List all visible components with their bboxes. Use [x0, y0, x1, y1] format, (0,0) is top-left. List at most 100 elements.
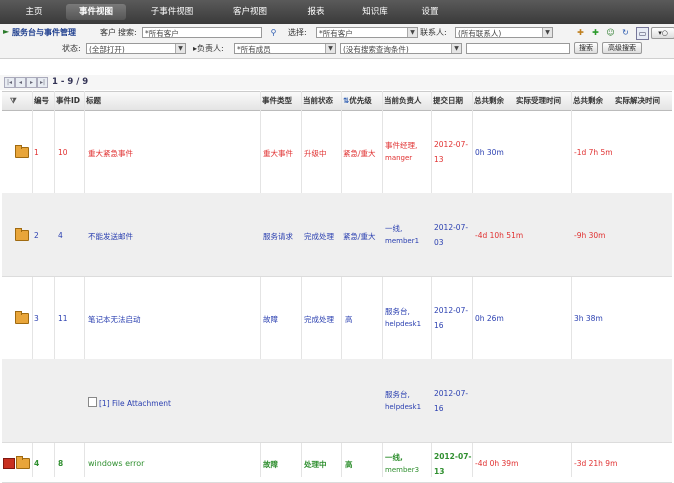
folder-open-icon[interactable] — [15, 145, 29, 158]
incident-id[interactable]: 11 — [58, 314, 68, 323]
owner-group: 事件经理, — [385, 141, 418, 150]
folder-open-icon[interactable] — [16, 456, 30, 469]
owner-group: 一线, — [385, 453, 403, 462]
tab-incident-view[interactable]: 事件视图 — [66, 4, 126, 20]
customer-search-input[interactable]: *所有客户 — [142, 27, 262, 38]
col-actual-accept[interactable]: 实际受理时间 — [516, 92, 561, 110]
owner-group: 服务台, — [385, 307, 410, 316]
customer-label: 客户 — [100, 28, 116, 37]
incident-type: 服务请求 — [263, 232, 293, 241]
first-page-icon[interactable]: |◂ — [4, 77, 15, 88]
remaining-resolve: -1d 7h 5m — [574, 148, 613, 157]
incident-status: 升级中 — [304, 149, 327, 158]
contact-label: 联系人: — [420, 28, 447, 37]
search-button[interactable]: 搜索 — [574, 42, 598, 54]
owner-user: member3 — [385, 466, 420, 474]
col-remaining-accept[interactable]: 总共剩余 — [474, 92, 504, 110]
next-page-icon[interactable]: ▸ — [26, 77, 37, 88]
attachment-row: [1] File Attachment 服务台, helpdesk1 2012-… — [2, 359, 672, 443]
attachment-link[interactable]: [1] File Attachment — [88, 397, 171, 408]
window-icon[interactable]: ▭ — [636, 27, 649, 40]
col-type[interactable]: 事件类型 — [262, 92, 292, 110]
tab-settings[interactable]: 设置 — [412, 4, 448, 20]
page-range: 1 - 9 / 9 — [52, 77, 89, 87]
incident-id[interactable]: 10 — [58, 148, 68, 157]
add-icon[interactable]: ✚ — [590, 27, 601, 38]
tab-reports[interactable]: 报表 — [298, 4, 334, 20]
filter-icon[interactable]: ⧩ — [10, 92, 17, 110]
tab-knowledge-base[interactable]: 知识库 — [352, 4, 398, 20]
col-incident-id[interactable]: 事件ID — [56, 92, 80, 110]
remaining-resolve: 3h 38m — [574, 314, 603, 323]
choose-label: 选择: — [288, 28, 307, 37]
incident-title[interactable]: 笔记本无法启动 — [88, 314, 141, 325]
owner-select[interactable]: *所有成员 ▼ — [234, 43, 336, 54]
incident-priority: 紧急/重大 — [343, 149, 376, 158]
incident-type: 故障 — [263, 315, 278, 324]
options-button[interactable]: ▾○ — [651, 27, 674, 39]
prev-page-icon[interactable]: ◂ — [15, 77, 26, 88]
folder-open-icon[interactable] — [15, 311, 29, 324]
chevron-down-icon: ▼ — [407, 28, 417, 37]
incident-status: 处理中 — [304, 460, 327, 469]
incident-title[interactable]: 重大紧急事件 — [88, 148, 133, 159]
search-label: 搜索: — [118, 28, 137, 37]
submit-date-day: 16 — [434, 321, 444, 330]
tab-subincident-view[interactable]: 子事件视图 — [140, 4, 204, 20]
submit-date-day: 13 — [434, 155, 444, 164]
saved-query-select[interactable]: (没有搜索查询条件) ▼ — [340, 43, 462, 54]
col-number[interactable]: 编号 — [34, 92, 49, 110]
submit-date: 2012-07- — [434, 389, 469, 398]
incident-priority: 高 — [345, 460, 353, 469]
chevron-down-icon: ▼ — [325, 44, 335, 53]
remaining-accept: 0h 30m — [475, 148, 504, 157]
owner-user: member1 — [385, 237, 420, 245]
status-select[interactable]: (全部打开) ▼ — [86, 43, 186, 54]
refresh-icon[interactable]: ↻ — [620, 27, 631, 38]
col-owner[interactable]: 当前负责人 — [384, 92, 422, 110]
incident-status: 完成处理 — [304, 315, 334, 324]
new-incident-icon[interactable]: ✚ — [575, 27, 586, 38]
incident-title[interactable]: 不能发送邮件 — [88, 231, 133, 242]
customer-select[interactable]: *所有客户 ▼ — [316, 27, 418, 38]
col-remaining-resolve[interactable]: 总共剩余 — [573, 92, 603, 110]
row-number: 3 — [34, 314, 39, 323]
keyword-input[interactable] — [466, 43, 570, 54]
tab-customer-view[interactable]: 客户视图 — [222, 4, 278, 20]
submit-date: 2012-07- — [434, 452, 472, 461]
search-icon[interactable]: ⚲ — [268, 27, 279, 38]
table-row[interactable]: 2 4 不能发送邮件 服务请求 完成处理 紧急/重大 一线, member1 2… — [2, 193, 672, 277]
tab-home[interactable]: 主页 — [16, 4, 52, 20]
file-icon — [88, 397, 97, 407]
col-actual-resolve[interactable]: 实际解决时间 — [615, 92, 660, 110]
alert-icon[interactable] — [3, 458, 15, 469]
remaining-resolve: -3d 21h 9m — [574, 459, 618, 468]
incident-title[interactable]: windows error — [88, 459, 144, 468]
col-title[interactable]: 标题 — [86, 92, 101, 110]
owner-group: 一线, — [385, 224, 403, 233]
owner-label: ▸负责人: — [193, 44, 224, 53]
remaining-resolve: -9h 30m — [574, 231, 606, 240]
remaining-accept: 0h 26m — [475, 314, 504, 323]
submit-date: 2012-07- — [434, 306, 469, 315]
contact-select[interactable]: (所有联系人) ▼ — [455, 27, 553, 38]
chevron-down-icon: ▼ — [175, 44, 185, 53]
incident-id[interactable]: 8 — [58, 459, 63, 468]
incident-status: 完成处理 — [304, 232, 334, 241]
last-page-icon[interactable]: ▸| — [37, 77, 48, 88]
owner-user: helpdesk1 — [385, 320, 422, 328]
incident-type: 重大事件 — [263, 149, 293, 158]
add-user-icon[interactable]: ☺ — [605, 27, 616, 38]
incident-priority: 高 — [345, 315, 353, 324]
table-row[interactable]: 3 11 笔记本无法启动 故障 完成处理 高 服务台, helpdesk1 20… — [2, 276, 672, 360]
col-status[interactable]: 当前状态 — [303, 92, 333, 110]
status-label: 状态: — [62, 44, 81, 53]
col-submit-date[interactable]: 提交日期 — [433, 92, 463, 110]
incident-id[interactable]: 4 — [58, 231, 63, 240]
table-row[interactable]: 1 10 重大紧急事件 重大事件 升级中 紧急/重大 事件经理, manger … — [2, 110, 672, 194]
top-nav: 主页 事件视图 子事件视图 客户视图 报表 知识库 设置 — [0, 0, 674, 24]
folder-open-icon[interactable] — [15, 228, 29, 241]
col-priority[interactable]: ⇅优先级 — [343, 92, 372, 110]
module-title: 服务台与事件管理 — [12, 28, 76, 37]
advanced-search-button[interactable]: 高级搜索 — [602, 42, 642, 54]
